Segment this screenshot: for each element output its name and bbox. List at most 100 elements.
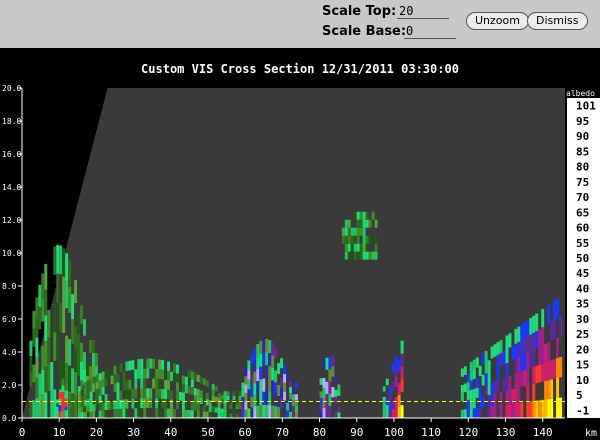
- echo-cell: [241, 403, 245, 411]
- echo-cell: [110, 401, 114, 410]
- echo-cell: [208, 412, 212, 418]
- echo-cell: [89, 411, 93, 418]
- echo-cell: [347, 235, 351, 244]
- echo-cell: [83, 412, 87, 418]
- echo-cell: [472, 398, 476, 409]
- echo-cell: [362, 227, 366, 236]
- colorbar-label: 15: [576, 359, 589, 372]
- echo-cell: [289, 399, 293, 406]
- echo-cell: [161, 360, 165, 370]
- echo-cell: [331, 366, 335, 377]
- echo-cell: [184, 401, 188, 410]
- echo-cell: [217, 393, 221, 399]
- echo-cell: [292, 406, 295, 413]
- echo-cell: [193, 395, 197, 404]
- echo-cell: [400, 366, 404, 380]
- echo-cell: [388, 386, 392, 395]
- echo-cell: [223, 404, 227, 410]
- echo-cell: [170, 371, 173, 381]
- echo-cell: [283, 391, 287, 401]
- echo-cell: [61, 385, 65, 392]
- unzoom-button[interactable]: Unzoom: [466, 12, 529, 30]
- y-tick-label: 12.0: [2, 216, 21, 225]
- echo-cell: [41, 393, 45, 418]
- echo-cell: [101, 379, 105, 388]
- x-tick-label: 110: [421, 426, 441, 439]
- echo-cell: [544, 362, 548, 381]
- echo-cell: [526, 385, 530, 402]
- echo-cell: [131, 360, 135, 370]
- echo-cell: [271, 380, 275, 393]
- echo-cell: [394, 397, 398, 408]
- echo-cell: [511, 345, 515, 361]
- echo-cell: [98, 380, 102, 389]
- echo-cell: [122, 380, 126, 391]
- echo-cell: [472, 369, 476, 380]
- echo-cell: [328, 405, 332, 418]
- echo-cell: [496, 380, 500, 393]
- echo-cell: [334, 389, 338, 397]
- toolbar: Scale Top: Scale Base: Unzoom Dismiss: [0, 0, 600, 48]
- echo-cell: [223, 400, 227, 405]
- echo-cell: [184, 376, 188, 385]
- echo-cell: [220, 394, 224, 400]
- echo-cell: [538, 346, 542, 365]
- scale-base-input[interactable]: [404, 24, 456, 39]
- echo-cell: [353, 211, 357, 220]
- echo-cell: [517, 326, 521, 342]
- echo-cell: [541, 309, 545, 328]
- echo-cell: [128, 379, 132, 390]
- echo-cell: [50, 362, 54, 391]
- echo-cell: [143, 378, 147, 389]
- echo-cell: [95, 396, 99, 404]
- scale-top-input[interactable]: [397, 4, 449, 19]
- echo-cell: [505, 349, 509, 363]
- echo-cell: [328, 357, 332, 370]
- echo-cell: [523, 338, 527, 355]
- echo-cell: [350, 235, 354, 244]
- colorbar-label: 10: [576, 374, 589, 387]
- echo-cell: [328, 393, 332, 406]
- echo-cell: [172, 372, 176, 382]
- echo-cell: [187, 369, 191, 378]
- x-tick-label: 70: [276, 426, 289, 439]
- echo-cell: [529, 401, 533, 418]
- colorbar-label: 55: [576, 237, 589, 250]
- echo-cell: [514, 373, 518, 389]
- echo-cell: [32, 364, 36, 383]
- echo-cell: [82, 319, 86, 336]
- echo-cell: [80, 389, 84, 396]
- echo-cell: [253, 406, 257, 418]
- echo-cell: [65, 280, 69, 309]
- echo-cell: [292, 400, 295, 407]
- echo-cell: [341, 227, 345, 236]
- echo-cell: [74, 349, 78, 373]
- echo-cell: [53, 303, 57, 333]
- echo-cell: [184, 384, 188, 394]
- echo-cell: [362, 251, 366, 260]
- echo-cell: [104, 369, 108, 378]
- echo-cell: [283, 365, 287, 375]
- echo-cell: [35, 317, 39, 338]
- echo-cell: [244, 384, 248, 393]
- echo-cell: [541, 327, 545, 346]
- echo-cell: [211, 384, 215, 390]
- echo-cell: [155, 398, 159, 409]
- echo-cell: [217, 403, 221, 409]
- echo-cell: [220, 413, 224, 418]
- y-tick-label: 0.0: [2, 414, 17, 423]
- echo-cell: [294, 382, 298, 389]
- echo-cell: [508, 333, 512, 348]
- dismiss-button[interactable]: Dismiss: [527, 12, 588, 30]
- echo-cell: [559, 316, 563, 337]
- echo-cell: [520, 402, 524, 418]
- echo-cell: [205, 392, 209, 400]
- echo-cell: [146, 398, 150, 409]
- echo-cell: [47, 337, 51, 365]
- echo-cell: [164, 398, 168, 409]
- echo-cell: [64, 406, 68, 411]
- echo-cell: [119, 363, 123, 373]
- cross-section-plot[interactable]: 0.0 2.0 4.0 6.0 8.0 10.0 12.0 14.0 16.0 18.0 20.0 0…: [0, 48, 600, 440]
- echo-cell: [208, 406, 212, 413]
- colorbar-label: 40: [576, 282, 589, 295]
